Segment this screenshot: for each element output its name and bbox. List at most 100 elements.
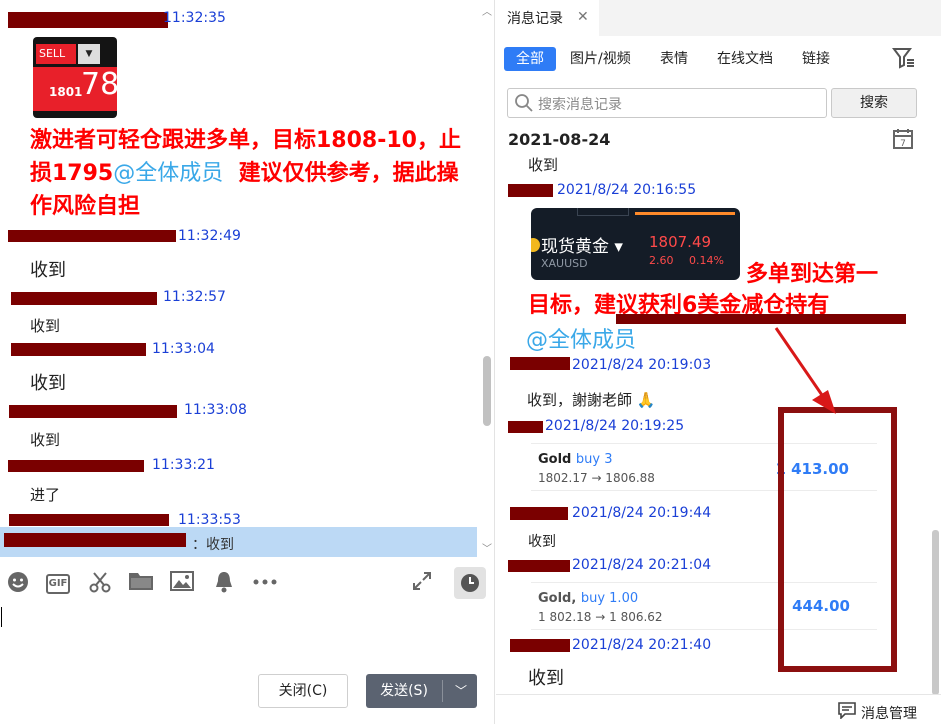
annotation-line-1: 多单到达第一 [746,262,879,287]
tab-message-history[interactable]: 消息记录 ✕ [496,0,599,36]
gold-change-percent: 0.14% [689,254,724,267]
redacted-sender [510,639,570,652]
trade-symbol: Gold buy 3 [538,452,613,467]
trade-price-range: 1 802.18 → 1 806.62 [538,610,663,624]
history-tab-bar: 消息记录 ✕ [496,0,941,36]
redacted-sender [11,343,146,356]
trade-symbol: Gold, buy 1.00 [538,591,639,606]
message-list[interactable]: 11:32:35 SELL ▼ 1801 78 激进者可轻仓跟进多单，目标180… [0,0,478,527]
send-button[interactable]: 发送(S) ﹀ [366,674,477,708]
category-all[interactable]: 全部 [504,47,556,71]
close-button[interactable]: 关闭(C) [258,674,348,708]
card-tab-divider [577,208,629,216]
message-time: 11:33:53 [178,512,241,527]
message-text: 进了 [30,486,61,504]
gold-name: 现货黄金 ▾ [541,237,623,257]
history-time: 2021/8/24 20:19:44 [572,505,712,521]
im-window: 11:32:35 SELL ▼ 1801 78 激进者可轻仓跟进多单，目标180… [0,0,941,724]
message-history-panel: 消息记录 ✕ 全部 图片/视频 表情 在线文档 链接 搜索消息记录 搜索 202… [496,0,941,724]
category-stickers[interactable]: 表情 [660,47,688,71]
gold-symbol: XAUUSD [541,257,588,270]
redacted-sender [4,533,186,547]
history-time: 2021/8/24 20:21:40 [572,637,712,653]
gif-icon[interactable]: GIF [44,570,72,598]
text-input-caret[interactable] [1,607,2,627]
redacted-sender [9,514,169,526]
message-text: 收到 [30,373,66,394]
history-time: 2021/8/24 20:16:55 [557,182,697,198]
message-time: 11:32:57 [163,289,226,305]
message-text: 收到 [30,317,61,335]
folder-icon[interactable] [127,570,155,598]
close-icon[interactable]: ✕ [577,9,589,25]
history-text: 收到 [528,534,556,550]
history-search-input[interactable]: 搜索消息记录 [507,88,827,118]
search-placeholder: 搜索消息记录 [538,97,622,113]
message-time: 11:33:21 [152,457,215,473]
emoji-icon[interactable] [4,570,32,598]
scroll-up-icon[interactable]: ︿ [482,3,492,18]
search-icon [515,94,533,112]
bell-icon[interactable] [210,570,238,598]
message-text: 收到 [30,431,61,449]
mention-all[interactable]: @全体成员 [113,161,223,186]
chevron-down-icon[interactable]: ﹀ [446,674,476,708]
message-manager-link[interactable]: 消息管理 [861,703,917,723]
trade-advice-message: 激进者可轻仓跟进多单，目标1808-10，止损1795@全体成员 建议仅供参考，… [30,124,470,223]
history-text: 收到 [528,668,564,689]
annotation-arrow [774,327,836,414]
redacted-sender [510,507,568,520]
clock-icon[interactable] [454,567,486,599]
reply-quote-bar[interactable]: ：收到 [0,527,477,557]
filter-icon[interactable] [892,46,916,70]
redacted-sender [8,460,144,472]
chat-scrollbar[interactable]: ︿ ﹀ [480,0,494,557]
chat-toolbar: GIF [0,562,495,606]
scroll-down-icon[interactable]: ﹀ [482,540,492,555]
redacted-sender [508,560,570,572]
search-button[interactable]: 搜索 [831,88,917,118]
date-header: 2021-08-24 [508,130,611,149]
history-time: 2021/8/24 20:19:25 [545,418,685,434]
image-icon[interactable] [168,570,196,598]
history-time: 2021/8/24 20:21:04 [572,557,712,573]
redacted-sender [8,12,168,28]
message-text: 收到 [30,260,66,281]
tab-label: 消息记录 [507,11,563,27]
send-button-label[interactable]: 发送(S) [366,674,442,708]
message-time: 11:33:04 [152,341,215,357]
chat-panel: 11:32:35 SELL ▼ 1801 78 激进者可轻仓跟进多单，目标180… [0,0,495,724]
expand-icon[interactable] [408,570,436,598]
more-icon[interactable] [251,570,279,598]
message-time: 11:33:08 [184,402,247,418]
message-manager-icon[interactable] [838,702,856,719]
calendar-icon[interactable]: 7 [892,128,914,150]
scrollbar-thumb[interactable] [483,356,491,426]
mention-all[interactable]: @全体成员 [526,322,636,354]
gold-coin-icon [531,238,540,252]
stock-screenshot-image[interactable]: SELL ▼ 1801 78 [33,37,117,118]
category-links[interactable]: 链接 [802,47,830,71]
sell-label: SELL [36,44,76,64]
history-time: 2021/8/24 20:19:03 [572,357,712,373]
scissors-icon[interactable] [86,570,114,598]
price-big-digits: 78 [81,67,117,102]
gold-price: 1807.49 [649,233,712,251]
svg-text:7: 7 [900,139,906,149]
reply-quote-text: ：收到 [192,537,234,553]
history-scrollbar[interactable] [932,530,939,695]
redacted-sender [9,405,177,418]
history-text: 收到 [528,156,559,174]
gold-quote-card[interactable]: 现货黄金 ▾ 1807.49 XAUUSD 2.60 0.14% [531,208,740,280]
pray-hands-icon: 🙏 [636,391,656,409]
redacted-sender [508,184,553,197]
dropdown-icon: ▼ [78,44,100,64]
message-time: 11:32:35 [163,10,226,26]
redacted-sender [508,421,543,433]
category-online-docs[interactable]: 在线文档 [717,47,773,71]
redacted-sender [11,292,157,305]
redacted-sender [510,357,570,370]
message-time: 11:32:49 [178,228,241,244]
category-images-videos[interactable]: 图片/视频 [570,47,631,71]
trade-price-range: 1802.17 → 1806.88 [538,471,655,485]
